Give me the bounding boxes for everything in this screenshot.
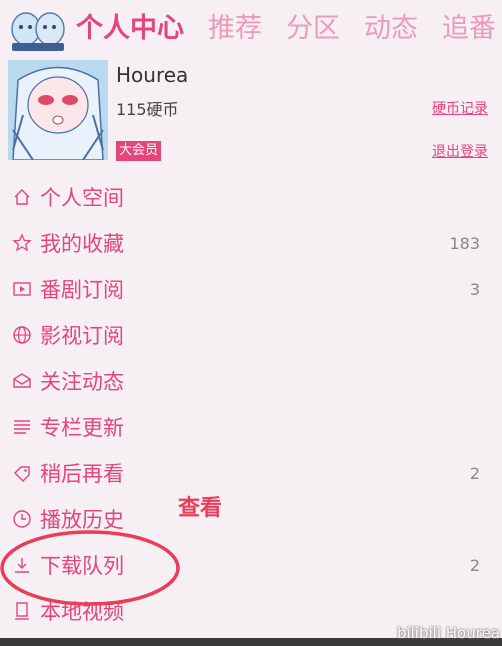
avatar[interactable]	[8, 60, 108, 160]
menu-item-personal-space[interactable]: 个人空间	[0, 174, 502, 220]
tab-recommend[interactable]: 推荐	[208, 0, 262, 58]
menu-item-count: 2	[469, 463, 480, 483]
menu-item-count: 3	[469, 279, 480, 299]
lines-icon	[14, 420, 30, 434]
tag-icon	[14, 466, 30, 482]
tab-personal-center[interactable]: 个人中心	[76, 0, 184, 58]
tab-following-anime[interactable]: 追番	[442, 0, 496, 58]
logout-link[interactable]: 退出登录	[432, 141, 488, 161]
vip-badge: 大会员	[116, 141, 162, 161]
menu-item-film-subscriptions[interactable]: 影视订阅	[0, 312, 502, 358]
coin-balance: 115硬币	[116, 100, 179, 119]
menu-item-watch-later[interactable]: 稍后再看 2	[0, 450, 502, 496]
coin-log-link[interactable]: 硬币记录	[432, 98, 488, 118]
menu-item-column-updates[interactable]: 专栏更新	[0, 404, 502, 450]
tab-dynamics[interactable]: 动态	[364, 0, 418, 58]
watermark: bilibili Hourea	[396, 624, 500, 642]
envelope-icon	[13, 373, 31, 388]
menu-item-label: 我的收藏	[40, 232, 124, 256]
bilibili-mascot-logo	[6, 3, 70, 55]
tv-play-icon	[13, 282, 31, 296]
menu-item-label: 影视订阅	[40, 324, 124, 348]
star-icon	[12, 233, 32, 252]
top-tab-bar: 个人中心 推荐 分区 动态 追番	[0, 0, 502, 58]
menu-item-label: 专栏更新	[40, 416, 124, 440]
menu-item-count: 2	[469, 555, 480, 575]
menu-item-anime-subscriptions[interactable]: 番剧订阅 3	[0, 266, 502, 312]
username: Hourea	[116, 63, 189, 87]
menu-item-favorites[interactable]: 我的收藏 183	[0, 220, 502, 266]
annotation-text: 查看	[178, 496, 223, 521]
menu-item-label: 稍后再看	[40, 462, 124, 486]
home-icon	[14, 189, 30, 205]
annotation-ellipse	[0, 530, 180, 606]
menu-item-label: 番剧订阅	[40, 278, 124, 302]
menu-item-count: 183	[449, 233, 480, 253]
globe-icon	[13, 326, 31, 344]
menu-item-label: 关注动态	[40, 370, 124, 394]
tab-categories[interactable]: 分区	[286, 0, 340, 58]
menu-item-label: 个人空间	[40, 186, 124, 210]
menu-item-following-feed[interactable]: 关注动态	[0, 358, 502, 404]
